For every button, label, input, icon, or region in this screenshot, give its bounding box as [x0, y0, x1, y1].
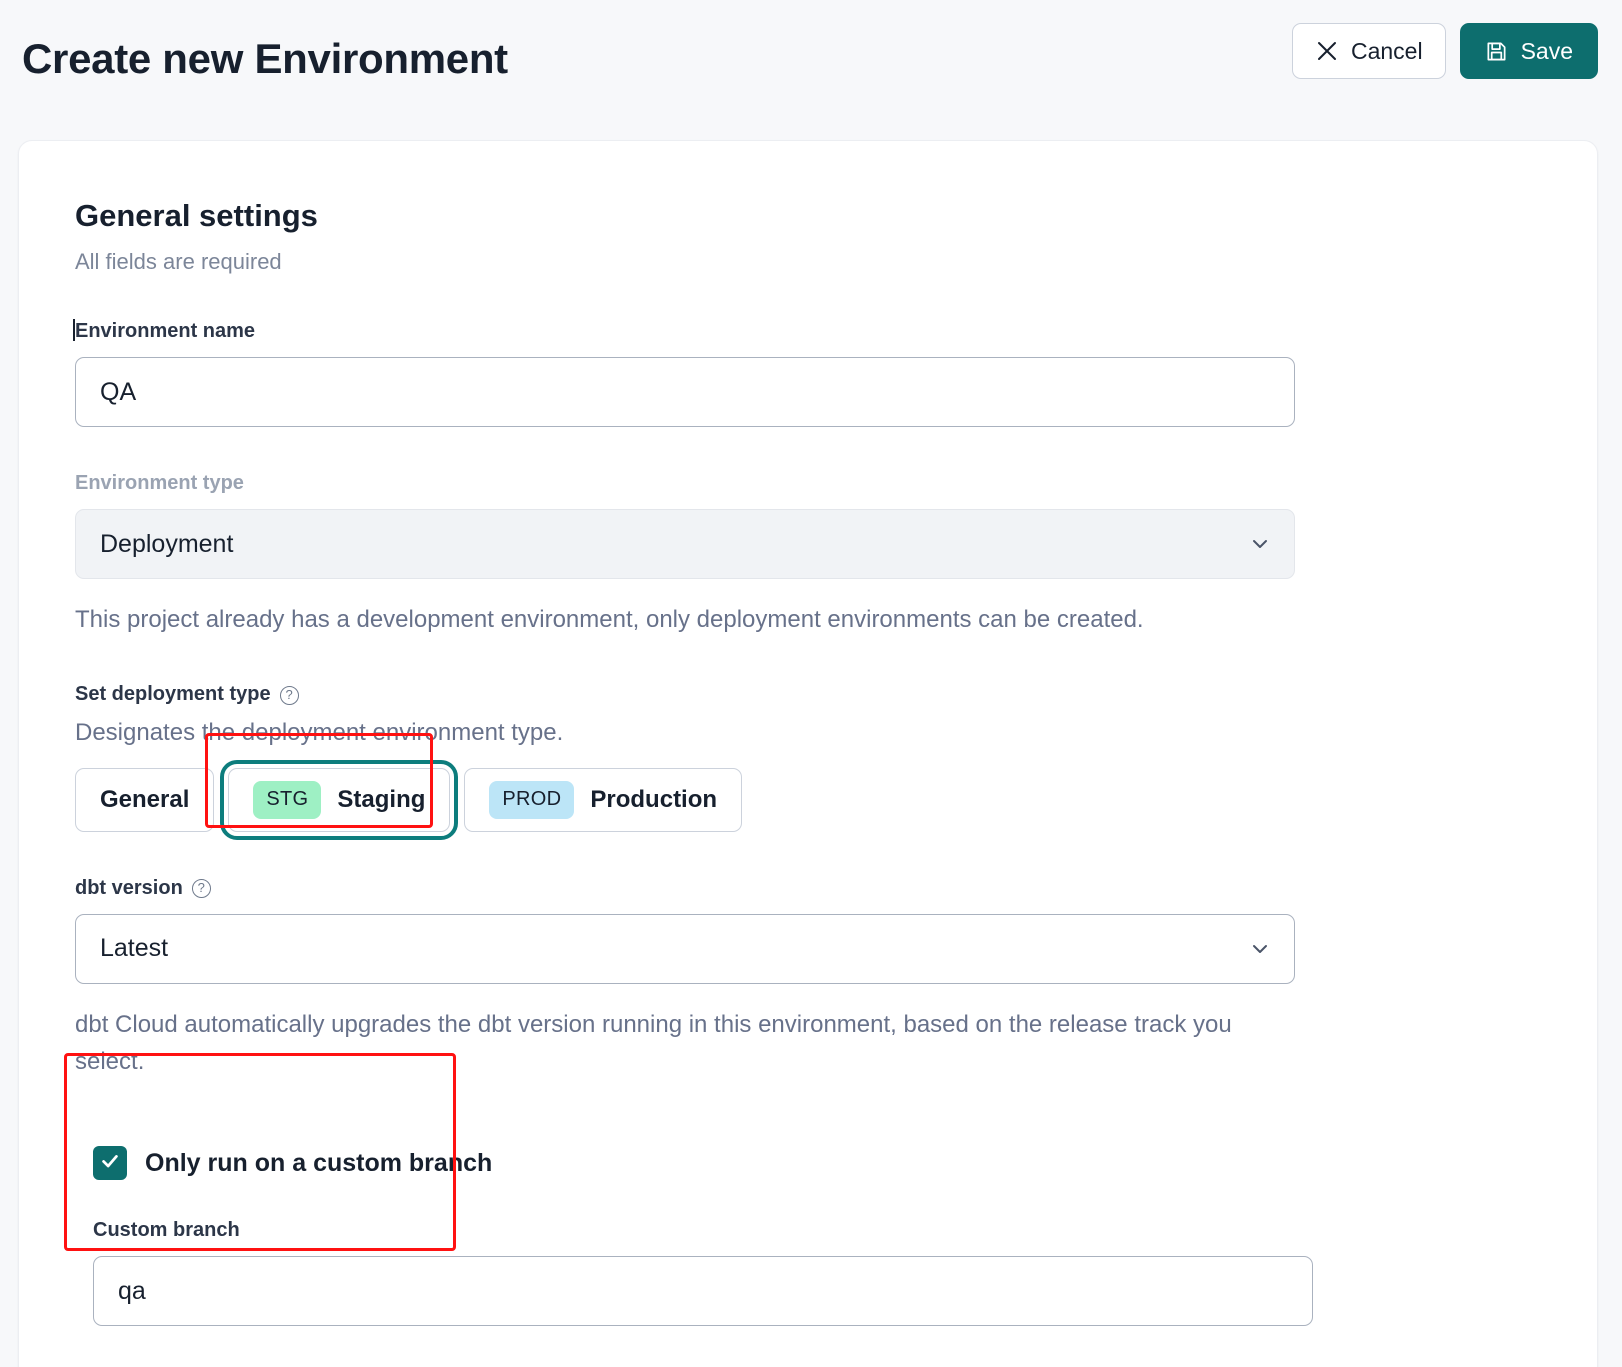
- environment-name-field: Environment name QA: [73, 319, 1541, 428]
- section-subtitle: All fields are required: [75, 249, 282, 275]
- save-button-label: Save: [1520, 37, 1573, 64]
- header-actions: Cancel Save: [1291, 23, 1598, 79]
- settings-card: General settings All fields are required…: [18, 140, 1598, 1367]
- environment-name-input[interactable]: QA: [75, 357, 1295, 428]
- custom-branch-input[interactable]: qa: [93, 1256, 1313, 1327]
- dbt-version-value: Latest: [100, 934, 169, 963]
- dbt-version-select[interactable]: Latest: [75, 913, 1295, 984]
- staging-badge: STG: [253, 780, 322, 819]
- deployment-type-option-general-label: General: [100, 785, 190, 813]
- custom-branch-checkbox-label: Only run on a custom branch: [145, 1148, 493, 1177]
- page-header: Create new Environment Cancel Save: [0, 0, 1622, 140]
- deployment-type-description: Designates the deployment environment ty…: [75, 719, 564, 747]
- deployment-type-field: Set deployment type Designates the deplo…: [75, 682, 1541, 840]
- environment-type-helper: This project already has a development e…: [75, 606, 1144, 634]
- production-badge: PROD: [489, 780, 575, 819]
- custom-branch-block: Only run on a custom branch Custom branc…: [75, 1124, 1541, 1327]
- custom-branch-checkbox-row[interactable]: Only run on a custom branch: [93, 1146, 1541, 1181]
- deployment-type-options: General STG Staging PROD Production: [75, 759, 1541, 840]
- dbt-version-helper: dbt Cloud automatically upgrades the dbt…: [75, 1010, 1232, 1076]
- deployment-type-option-staging-label: Staging: [337, 785, 426, 813]
- cancel-button[interactable]: Cancel: [1291, 23, 1446, 79]
- deployment-type-option-general[interactable]: General: [75, 767, 215, 832]
- deployment-type-option-staging[interactable]: STG Staging: [220, 759, 459, 840]
- checkmark-icon: [99, 1150, 121, 1177]
- save-button[interactable]: Save: [1459, 23, 1598, 79]
- floppy-disk-icon: [1485, 39, 1509, 63]
- chevron-down-icon: [1250, 534, 1270, 554]
- custom-branch-field: Custom branch qa: [93, 1218, 1541, 1327]
- dbt-version-label: dbt version: [75, 876, 1541, 900]
- environment-name-label: Environment name: [75, 320, 256, 343]
- environment-name-value: QA: [100, 377, 137, 406]
- question-mark-circle-icon[interactable]: [279, 685, 299, 705]
- deployment-type-label-text: Set deployment type: [75, 683, 271, 706]
- deployment-type-option-production-label: Production: [590, 785, 718, 813]
- environment-type-value: Deployment: [100, 529, 234, 558]
- create-environment-page: Create new Environment Cancel Save Gener…: [0, 0, 1622, 1367]
- cancel-button-label: Cancel: [1350, 37, 1423, 64]
- environment-type-select[interactable]: Deployment: [75, 509, 1295, 580]
- deployment-type-label: Set deployment type: [75, 682, 1541, 706]
- text-cursor-indicator: [73, 319, 75, 342]
- question-mark-circle-icon[interactable]: [191, 878, 211, 899]
- chevron-down-icon: [1250, 939, 1270, 959]
- page-title: Create new Environment: [22, 35, 508, 82]
- section-title: General settings: [75, 198, 318, 233]
- deployment-type-option-production[interactable]: PROD Production: [464, 767, 743, 832]
- custom-branch-value: qa: [118, 1276, 146, 1305]
- custom-branch-input-label: Custom branch: [93, 1219, 240, 1242]
- environment-type-field: Environment type Deployment This project…: [75, 471, 1541, 638]
- dbt-version-label-text: dbt version: [75, 876, 183, 899]
- environment-type-label: Environment type: [75, 472, 244, 495]
- custom-branch-checkbox[interactable]: [93, 1146, 127, 1181]
- close-icon: [1315, 39, 1339, 63]
- dbt-version-field: dbt version Latest dbt Cloud automatical…: [75, 876, 1541, 1080]
